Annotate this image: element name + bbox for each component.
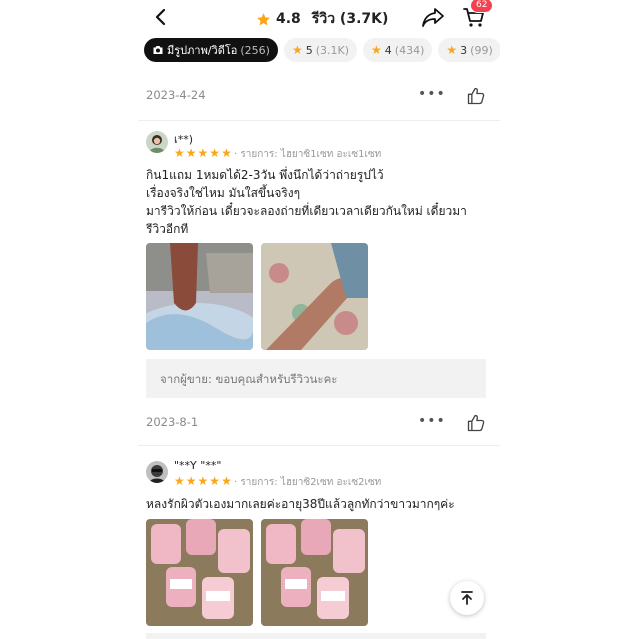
seller-reply: จากผู้ขาย: ขอบคุณสำหรับรีวิวนะคะ [146,359,486,398]
more-options-icon[interactable]: ••• [418,413,446,429]
review-date: 2023-8-1 [146,415,199,429]
review-photo[interactable] [146,243,253,350]
filter-label: มีรูปภาพ/วิดีโอ [167,44,238,57]
rating-stars: ★ ★ ★ ★ ★ [174,147,232,159]
review-header-row: 2023-4-24 ••• [138,84,500,108]
review-text-line: เรื่องจริงใช่ไหม มันใสขึ้นจริงๆ [146,186,301,200]
seller-reply-partial [146,633,486,639]
star-icon: ★ [185,474,197,488]
rating-value: 4.8 [276,11,301,27]
header: 4.8 รีวิว (3.7K) 62 [138,0,500,34]
star-icon: ★ [209,474,221,488]
share-icon [422,8,444,27]
chevron-left-icon [155,8,166,26]
filter-chip-3-star[interactable]: ★ 3 (99) [438,38,500,62]
rating-summary: 4.8 รีวิว (3.7K) [256,8,388,30]
star-icon: ★ [221,146,232,160]
review-text-line: หลงรักผิวตัวเองมากเลยค่ะอายุ38ปีแล้วลูกท… [146,497,455,511]
camera-icon [153,46,163,54]
share-button[interactable] [421,5,445,29]
back-button[interactable] [150,6,172,28]
scroll-to-top-button[interactable] [450,581,484,615]
review-count-label: รีวิว (3.7K) [311,11,389,27]
star-icon: ★ [291,43,303,57]
star-icon: ★ [197,474,209,488]
product-variant: · รายการ: ไฮยาซิ2เซท อะเซ2เซท [234,477,382,488]
review-text-line: มารีวิวให้ก่อน เดี๋ยวจะลองถ่ายที่เดียวเว… [146,204,467,218]
divider [138,120,500,121]
star-icon [257,12,270,25]
review-header-row: 2023-8-1 ••• [138,411,500,435]
review-photo[interactable] [261,519,368,626]
variant-text: รายการ: ไฮยาซิ2เซท อะเซ2เซท [240,477,382,488]
review-photo[interactable] [261,243,368,350]
filter-label: 3 [460,43,468,57]
divider [138,445,500,446]
more-options-icon[interactable]: ••• [418,86,446,102]
star-icon: ★ [174,474,185,488]
star-icon: ★ [221,474,232,488]
arrow-up-icon [461,591,473,605]
star-icon: ★ [371,43,382,57]
review-photo[interactable] [146,519,253,626]
cart-count-badge: 62 [470,0,494,13]
filter-chip-media[interactable]: มีรูปภาพ/วิดีโอ (256) [144,38,278,62]
review-date: 2023-4-24 [146,88,206,102]
review-page: 4.8 รีวิว (3.7K) 62 มีรูปภาพ/วิดีโอ (256… [138,0,500,639]
review-text-line: กิน1แถม 1หมดได้2-3วัน พึ่งนึกได้ว่าถ่ายร… [146,168,384,182]
review-text: กิน1แถม 1หมดได้2-3วัน พึ่งนึกได้ว่าถ่ายร… [146,166,494,238]
variant-text: รายการ: ไฮยาซิ1เซท อะเซ1เซท [240,149,382,160]
review-text-line: รีวิวอีกที [146,222,189,236]
avatar [146,461,168,483]
filter-label: 4 [384,43,392,57]
star-icon: ★ [174,146,185,160]
filter-chips: มีรูปภาพ/วิดีโอ (256) ★ 5 (3.1K) ★ 4 (43… [144,38,500,62]
filter-count: (99) [470,43,493,57]
filter-label: 5 [305,43,313,57]
thumbs-up-icon[interactable] [466,86,486,106]
rating-stars: ★ ★ ★ ★ ★ [174,475,232,487]
filter-chip-5-star[interactable]: ★ 5 (3.1K) [283,38,358,62]
reviewer-name: "**Y "**" [174,459,222,472]
filter-count: (434) [394,43,425,57]
review-text: หลงรักผิวตัวเองมากเลยค่ะอายุ38ปีแล้วลูกท… [146,495,494,513]
product-variant: · รายการ: ไฮยาซิ1เซท อะเซ1เซท [234,149,382,160]
star-icon: ★ [446,43,458,57]
star-icon: ★ [197,146,209,160]
filter-count: (3.1K) [315,43,350,57]
filter-count: (256) [240,43,270,57]
star-icon: ★ [209,146,221,160]
avatar [146,131,168,153]
star-icon: ★ [185,146,197,160]
thumbs-up-icon[interactable] [466,413,486,433]
filter-chip-4-star[interactable]: ★ 4 (434) [363,38,433,62]
